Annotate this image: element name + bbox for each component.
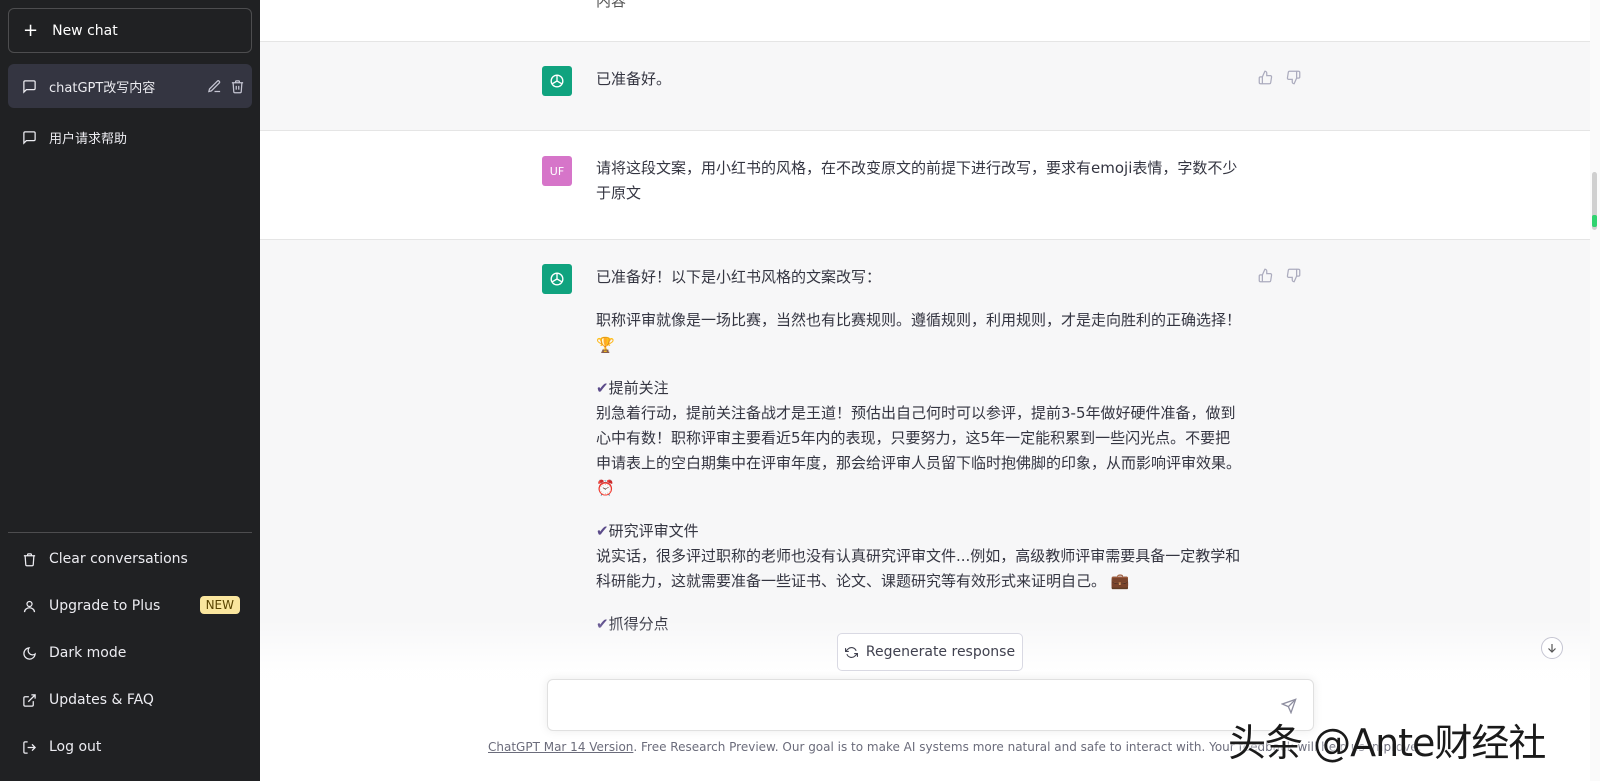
external-link-icon [21,692,37,708]
thumbs-down-icon[interactable] [1286,70,1302,86]
user-message: UF 请将这段文案，用小红书的风格，在不改变原文的前提下进行改写，要求有emoj… [260,131,1590,240]
conversation-item[interactable]: 用户请求帮助 [8,115,252,159]
section-body: 说实话，很多评过职称的老师也没有认真研究评审文件...例如，高级教师评审需要具备… [596,547,1241,590]
updates-faq-link[interactable]: Updates & FAQ [8,678,252,722]
checkmark-icon: ✔ [596,379,609,397]
message-paragraph: 职称评审就像是一场比赛，当然也有比赛规则。遵循规则，利用规则，才是走向胜利的正确… [596,311,1242,354]
sidebar-divider [8,532,252,533]
arrow-down-icon [1546,639,1558,658]
user-avatar: UF [542,156,572,186]
edit-icon[interactable] [206,78,222,94]
sidebar: + New chat chatGPT改写内容 用户请求帮助 Clear conv… [0,0,260,781]
chat-bubble-icon [21,78,37,94]
thumbs-up-icon[interactable] [1258,268,1274,284]
regenerate-label: Regenerate response [865,644,1016,660]
plus-icon: + [23,19,39,41]
updates-faq-label: Updates & FAQ [49,692,154,708]
message-text: 已准备好。 [596,70,672,88]
assistant-message: 已准备好。 [260,42,1590,131]
section-body: 别急着行动，提前关注备战才是王道！预估出自己何时可以参评，提前3-5年做好硬件准… [596,404,1242,497]
regenerate-response-button[interactable]: Regenerate response [837,633,1023,671]
scroll-to-bottom-button[interactable] [1541,637,1563,659]
message-input[interactable] [548,680,1313,730]
trash-icon[interactable] [229,78,245,94]
conversation-title: chatGPT改写内容 [49,80,156,96]
section-second: ✔研究评审文件 说实话，很多评过职称的老师也没有认真研究评审文件...例如，高级… [596,519,1244,594]
feedback-buttons [1258,70,1302,86]
refresh-icon [844,646,858,659]
scrollbar[interactable] [1590,0,1600,781]
dark-mode-label: Dark mode [49,645,127,661]
scrollbar-indicator [1592,215,1597,227]
message-body: 已准备好！以下是小红书风格的文案改写： 职称评审就像是一场比赛，当然也有比赛规则… [596,265,1244,655]
checkmark-icon: ✔ [596,522,609,540]
upgrade-label: Upgrade to Plus [49,598,161,614]
moon-icon [21,645,37,661]
chat-bubble-icon [21,129,37,145]
message-cut-off: 内容 [260,0,1590,42]
new-chat-label: New chat [52,22,118,39]
section-title: 提前关注 [608,379,669,397]
log-out-label: Log out [49,739,102,755]
user-icon [21,598,37,614]
watermark: 头条 @Ante财经社 [1228,721,1546,765]
logout-icon [21,739,37,755]
message-intro: 已准备好！以下是小红书风格的文案改写： [596,268,882,286]
openai-logo-icon [542,66,572,96]
cut-off-text: 内容 [596,0,627,10]
conversation-title: 用户请求帮助 [49,131,128,147]
version-link[interactable]: ChatGPT Mar 14 Version [488,740,633,754]
clear-conversations-label: Clear conversations [49,551,188,567]
section-title: 研究评审文件 [608,522,699,540]
chat-area: 内容 已准备好。 UF 请将这段文案，用小红书的风格，在不改变原文的前提下进行改… [260,0,1600,781]
new-badge: NEW [199,596,240,614]
dark-mode-button[interactable]: Dark mode [8,631,252,675]
message-input-box [547,679,1314,731]
trash-icon [21,551,37,567]
feedback-buttons [1258,268,1302,284]
message-text: 请将这段文案，用小红书的风格，在不改变原文的前提下进行改写，要求有emoji表情… [596,159,1238,202]
log-out-button[interactable]: Log out [8,725,252,769]
clear-conversations-button[interactable]: Clear conversations [8,537,252,581]
upgrade-to-plus-button[interactable]: Upgrade to Plus NEW [8,584,252,628]
section-first: ✔提前关注 别急着行动，提前关注备战才是王道！预估出自己何时可以参评，提前3-5… [596,376,1244,501]
thumbs-up-icon[interactable] [1258,70,1274,86]
openai-logo-icon [542,264,572,294]
thumbs-down-icon[interactable] [1286,268,1302,284]
new-chat-button[interactable]: + New chat [8,8,252,53]
conversation-item-active[interactable]: chatGPT改写内容 [8,64,252,108]
